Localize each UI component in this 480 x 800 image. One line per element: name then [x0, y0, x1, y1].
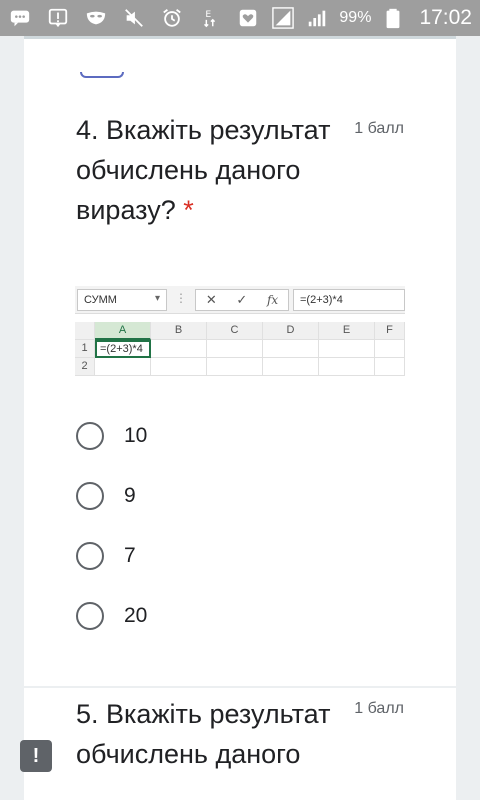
option-7[interactable]: 7 — [76, 526, 147, 586]
grid-row-1: 1 =(2+3)*4 — [75, 340, 405, 358]
question-4-title: 4. Вкажіть результат обчислень даного ви… — [76, 110, 356, 230]
cell-grid: A B C D E F 1 =(2+3)*4 2 — [75, 322, 405, 376]
column-header: D — [263, 322, 319, 340]
question-4-title-text: 4. Вкажіть результат обчислень даного ви… — [76, 115, 331, 225]
cell — [151, 340, 207, 358]
option-label: 20 — [124, 604, 148, 627]
radio-button[interactable] — [76, 542, 104, 570]
chat-icon — [8, 7, 32, 29]
column-header: C — [207, 322, 263, 340]
mask-icon — [84, 7, 108, 29]
option-20[interactable]: 20 — [76, 586, 147, 646]
cell — [151, 358, 207, 376]
alarm-icon — [160, 7, 184, 29]
fx-icon: fx — [266, 293, 279, 307]
column-header: A — [95, 322, 151, 340]
answer-options: 10 9 7 20 — [76, 406, 147, 646]
radio-button[interactable] — [76, 422, 104, 450]
formula-input: =(2+3)*4 — [293, 289, 405, 311]
more-dots-icon: ⋮ — [175, 291, 187, 305]
column-header-row: A B C D E F — [75, 322, 405, 340]
cell — [207, 340, 263, 358]
spreadsheet-image: СУММ ▾ ⋮ ✕ ✓ fx =(2+3)*4 A B C D E F 1 =… — [75, 286, 405, 376]
option-10[interactable]: 10 — [76, 406, 147, 466]
required-asterisk: * — [183, 195, 194, 225]
clock: 17:02 — [419, 6, 472, 29]
question-card-5: 5. Вкажіть результат обчислень даного 1 … — [24, 688, 456, 800]
previous-option-radio-edge — [80, 72, 124, 78]
question-5-title: 5. Вкажіть результат обчислень даного — [76, 699, 331, 769]
radio-button[interactable] — [76, 602, 104, 630]
alert-icon — [46, 7, 70, 29]
status-right-icons: 99% 17:02 — [271, 6, 472, 30]
svg-text:E: E — [205, 9, 211, 20]
column-header: B — [151, 322, 207, 340]
cell — [263, 358, 319, 376]
report-problem-button[interactable]: ! — [20, 740, 52, 772]
chevron-down-icon: ▾ — [154, 293, 160, 304]
question-card-4: 4. Вкажіть результат обчислень даного ви… — [24, 36, 456, 686]
question-5-points: 1 балл — [354, 700, 404, 717]
column-header: E — [319, 322, 375, 340]
option-9[interactable]: 9 — [76, 466, 147, 526]
cell — [95, 358, 151, 376]
exclamation-icon: ! — [32, 744, 40, 767]
active-cell-a1: =(2+3)*4 — [95, 340, 151, 358]
row-header: 2 — [75, 358, 95, 376]
cell — [375, 340, 405, 358]
signal-icon-2 — [305, 7, 329, 29]
cell — [319, 340, 375, 358]
name-box: СУММ ▾ — [77, 289, 167, 311]
name-box-value: СУММ — [84, 294, 117, 306]
status-left-icons: E — [8, 7, 260, 29]
cell — [207, 358, 263, 376]
signal-icon — [271, 7, 295, 29]
question-4-points: 1 балл — [354, 120, 404, 137]
option-label: 7 — [124, 544, 136, 567]
status-bar: E 99% 17:02 — [0, 0, 480, 36]
cell — [319, 358, 375, 376]
mute-icon — [122, 7, 146, 29]
battery-icon — [381, 7, 405, 29]
option-label: 9 — [124, 484, 136, 507]
battery-percent: 99% — [339, 9, 372, 26]
formula-buttons: ✕ ✓ fx — [195, 289, 289, 311]
corner-cell — [75, 322, 95, 340]
data-e-icon: E — [198, 7, 222, 29]
row-header: 1 — [75, 340, 95, 358]
card-divider — [24, 36, 456, 39]
cancel-icon: ✕ — [205, 292, 217, 307]
radio-button[interactable] — [76, 482, 104, 510]
grid-row-2: 2 — [75, 358, 405, 376]
cell — [375, 358, 405, 376]
check-icon: ✓ — [236, 292, 248, 307]
formula-bar: СУММ ▾ ⋮ ✕ ✓ fx =(2+3)*4 — [75, 286, 405, 314]
cell — [263, 340, 319, 358]
option-label: 10 — [124, 424, 148, 447]
heart-icon — [236, 7, 260, 29]
column-header: F — [375, 322, 405, 340]
